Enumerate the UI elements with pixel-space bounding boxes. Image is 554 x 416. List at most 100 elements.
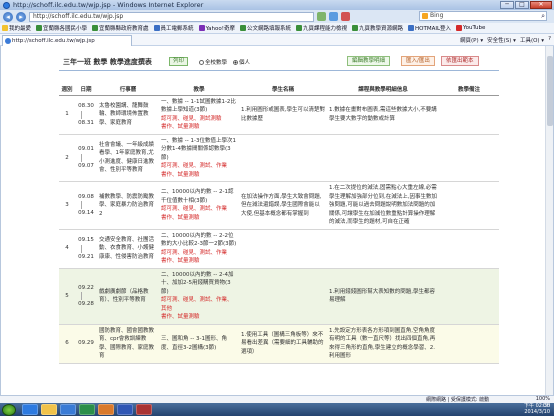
favorite-item[interactable]: YouTube — [456, 25, 485, 31]
assignment-link[interactable]: 書作、試量測驗 — [161, 123, 237, 132]
col-week: 週別 — [59, 83, 75, 96]
media-taskbar-icon[interactable] — [60, 404, 76, 415]
radio-personal[interactable]: 個人 — [233, 58, 250, 66]
taskbar: CH 下午 02:30 2014/3/10 — [0, 403, 554, 416]
favorite-item[interactable]: 我的最愛 — [2, 24, 31, 32]
browser-tab[interactable]: http://schoff.ilc.edu.tw/wjp.jsp — [2, 35, 132, 46]
title-bar: http://schoff.ilc.edu.tw/wjp.jsp - Windo… — [0, 0, 554, 10]
radio-personal-indicator — [233, 59, 239, 65]
cell-student — [239, 229, 327, 269]
favorite-item[interactable]: 九頁課程能力檢視 — [295, 24, 347, 32]
favorite-item[interactable]: Yahoo!奇摩 — [198, 24, 235, 32]
col-date: 日期 — [75, 83, 97, 96]
date-to: 09.21 — [78, 253, 94, 260]
cell-date: 09.15 09.21 — [75, 229, 97, 269]
assessment-link[interactable]: 認可測、碰見、測試、作業 — [161, 205, 237, 214]
back-button[interactable]: ◂ — [3, 11, 13, 22]
import-export-button[interactable]: 匯入/匯出 — [401, 56, 435, 66]
word-taskbar-icon[interactable] — [117, 404, 133, 415]
date-separator — [81, 153, 91, 162]
tab-label: http://schoff.ilc.edu.tw/wjp.jsp — [12, 38, 95, 44]
window-controls: ─ □ ✕ — [500, 1, 552, 9]
maximize-button[interactable]: □ — [515, 1, 529, 9]
address-bar: ◂ ▸ http://schoff.ilc.edu.tw/wjp.jsp Bin… — [0, 10, 554, 23]
print-button[interactable]: 列印 — [169, 57, 189, 66]
favorites-bar: 我的最愛 宜蘭縣各國民小學 宜蘭縣縣政府教育處 員工電郵系統 Yahoo!奇摩 公文網路填… — [0, 23, 554, 34]
url-field[interactable]: http://schoff.ilc.edu.tw/wjp.jsp — [29, 11, 314, 22]
window-title: http://schoff.ilc.edu.tw/wjp.jsp - Windo… — [13, 1, 204, 9]
forward-button[interactable]: ▸ — [16, 11, 26, 22]
safety-menu[interactable]: 安全性(S) ▾ — [487, 36, 516, 44]
favorite-label: YouTube — [463, 25, 486, 31]
favorite-label: 宜蘭縣各國民小學 — [43, 26, 88, 32]
radio-all-indicator — [199, 59, 204, 65]
teaching-text: 二、10000以內的數 -- 2-1認千位值數十相(3節) — [161, 189, 234, 204]
explorer-taskbar-icon[interactable] — [41, 404, 57, 415]
close-button[interactable]: ✕ — [530, 1, 552, 9]
cell-student: 1.利用圖形或圖表,學生可以清楚對比數據歷 — [239, 95, 327, 135]
radio-all[interactable]: 全校數學 — [199, 58, 227, 66]
assessment-link[interactable]: 認可測、碰見、測試測驗 — [161, 115, 237, 124]
assignment-link[interactable]: 書作、試量測驗 — [161, 214, 237, 223]
help-menu[interactable]: ? — [548, 36, 551, 44]
vertical-scrollbar[interactable] — [545, 46, 553, 395]
search-placeholder: Bing — [430, 12, 444, 19]
teaching-text: 二、10000以內的數 -- 2-4加十、加加2-5用錢購買貨物(3節) — [161, 271, 234, 295]
edit-detail-button[interactable]: 編輯教學明細 — [347, 56, 391, 66]
table-row: 5 09.22 09.28 戲劇廣劇節（品格教育）、性別平等教育 二、10000以內的數… — [59, 268, 499, 325]
scope-radio-group: 全校數學 個人 — [199, 58, 250, 66]
favorite-item[interactable]: 員工電郵系統 — [153, 24, 194, 32]
cell-events: 補數教學、防震防颱教學、家庭暴力防治教育2 — [97, 181, 159, 230]
favorite-icon — [408, 25, 415, 31]
date-from: 09.15 — [78, 237, 94, 243]
favorite-label: 宜蘭縣縣政府教育處 — [99, 26, 149, 32]
export-template-button[interactable]: 依匯出範本 — [441, 56, 479, 66]
cell-events: 社會會議、一年級成績看學、1年家庭教育,尤小測進度、健康日進教會、性別平等教育 — [97, 134, 159, 182]
date-from: 09.08 — [78, 193, 94, 200]
clock-date: 2014/3/10 — [524, 408, 550, 415]
assignment-link[interactable]: 書作、試量測驗 — [161, 313, 237, 322]
cell-date: 09.01 09.07 — [75, 134, 97, 182]
date-to: 09.14 — [78, 210, 94, 217]
compat-view-icon[interactable] — [317, 12, 326, 21]
zoom-level[interactable]: 100% — [536, 396, 550, 402]
cell-student: 1.使用工具（圖構三角板等）來不易看出差異（需要細的工具輔助的選項） — [239, 324, 327, 364]
favorite-item[interactable]: 宜蘭縣縣政府教育處 — [92, 24, 149, 32]
favorite-item[interactable]: HOTMAIL登入 — [408, 24, 451, 32]
favorite-label: 員工電郵系統 — [160, 26, 194, 32]
date-separator — [81, 292, 91, 300]
refresh-icon[interactable] — [329, 12, 338, 21]
assignment-link[interactable]: 書作、試量測驗 — [161, 171, 237, 180]
ie-taskbar-icon[interactable] — [22, 404, 38, 415]
favorite-icon — [352, 25, 358, 31]
assessment-link[interactable]: 認可測、碰見、測試、作業 — [161, 162, 237, 171]
cell-student — [239, 134, 327, 182]
cell-week: 4 — [59, 229, 75, 269]
clock[interactable]: 下午 02:30 2014/3/10 — [524, 403, 550, 415]
table-header-row: 週別 日期 行事曆 教學 學生名稱 課程與教學明細信息 教學備注 — [59, 83, 499, 96]
cell-teaching: 一、數據 -- 1-1試圖數據1-2比數據上學知道(3節) 認可測、碰見、測試測驗… — [159, 95, 239, 135]
status-bar: 網際網路 | 受保護模式: 啟動 100% — [0, 395, 554, 403]
assignment-link[interactable]: 書作、試量測驗 — [161, 257, 237, 266]
assessment-link[interactable]: 認可測、碰見、測試、作業 — [161, 249, 237, 258]
cell-week: 5 — [59, 268, 75, 325]
taskbar-apps — [22, 404, 152, 415]
favorite-item[interactable]: 宜蘭縣各國民小學 — [36, 24, 87, 32]
scrollbar-thumb[interactable] — [547, 56, 553, 126]
firefox-taskbar-icon[interactable] — [98, 404, 114, 415]
favorite-item[interactable]: 公文網路填報系統 — [239, 24, 291, 32]
table-row: 2 09.01 09.07 社會會議、一年級成績看學、1年家庭教育,尤小測進度、健康日… — [59, 134, 499, 182]
assessment-link[interactable]: 認可測、碰見、測試、作業、其他 — [161, 296, 237, 313]
start-button[interactable] — [2, 403, 16, 416]
search-icon[interactable]: ⌕ — [541, 12, 545, 20]
pdf-taskbar-icon[interactable] — [136, 404, 152, 415]
app-taskbar-icon[interactable] — [79, 404, 95, 415]
tools-menu[interactable]: 工具(O) ▾ — [520, 36, 544, 44]
stop-icon[interactable] — [341, 12, 350, 21]
favorite-item[interactable]: 九頁教學資源網路 — [352, 24, 403, 32]
cell-note — [439, 134, 499, 182]
ie-logo-icon — [3, 1, 10, 9]
minimize-button[interactable]: ─ — [500, 1, 514, 9]
page-menu[interactable]: 網頁(P) ▾ — [460, 36, 483, 44]
search-input[interactable]: Bing ⌕ — [419, 11, 547, 21]
